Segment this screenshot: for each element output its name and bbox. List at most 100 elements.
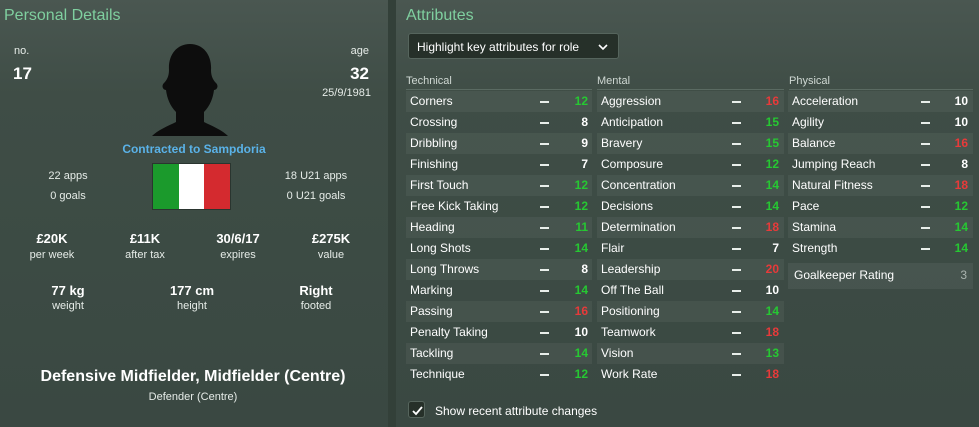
attribute-row-long-shots[interactable]: Long Shots 14 [406, 238, 592, 259]
highlight-role-dropdown-label: Highlight key attributes for role [417, 40, 580, 54]
attribute-trend-dash-icon [540, 269, 549, 271]
attribute-row-dribbling[interactable]: Dribbling 9 [406, 133, 592, 154]
attribute-value: 8 [581, 262, 588, 276]
attribute-value: 8 [581, 115, 588, 129]
attribute-trend-dash-icon [732, 353, 741, 355]
attribute-row-jumping-reach[interactable]: Jumping Reach 8 [788, 154, 973, 175]
attribute-value: 14 [765, 304, 779, 318]
attribute-row-tackling[interactable]: Tackling 14 [406, 343, 592, 364]
attributes-panel: Attributes Highlight key attributes for … [396, 0, 979, 427]
shirt-number-value: 17 [13, 64, 32, 83]
checkmark-icon [412, 406, 423, 416]
attribute-row-technique[interactable]: Technique 12 [406, 364, 592, 385]
attribute-trend-dash-icon [540, 311, 549, 313]
attribute-row-decisions[interactable]: Decisions 14 [597, 196, 784, 217]
u21-apps-count: 18 U21 apps [284, 170, 348, 182]
attribute-row-work-rate[interactable]: Work Rate 18 [597, 364, 784, 385]
attribute-row-acceleration[interactable]: Acceleration 10 [788, 91, 973, 112]
attribute-trend-dash-icon [732, 269, 741, 271]
attribute-name: Pace [792, 199, 820, 213]
preferred-foot-label: footed [300, 300, 332, 312]
attribute-name: Decisions [601, 199, 654, 213]
attribute-value: 18 [954, 178, 968, 192]
attribute-row-marking[interactable]: Marking 14 [406, 280, 592, 301]
attribute-name: Work Rate [601, 367, 658, 381]
attribute-row-natural-fitness[interactable]: Natural Fitness 18 [788, 175, 973, 196]
attribute-trend-dash-icon [921, 122, 930, 124]
physical-heading-underline [789, 89, 973, 90]
attribute-row-composure[interactable]: Composure 12 [597, 154, 784, 175]
attribute-row-anticipation[interactable]: Anticipation 15 [597, 112, 784, 133]
attribute-row-agility[interactable]: Agility 10 [788, 112, 973, 133]
attribute-row-first-touch[interactable]: First Touch 12 [406, 175, 592, 196]
attribute-row-determination[interactable]: Determination 18 [597, 217, 784, 238]
attribute-name: Anticipation [601, 115, 664, 129]
attribute-value: 7 [581, 157, 588, 171]
age-label: age [350, 45, 369, 57]
attribute-value: 10 [954, 94, 968, 108]
attribute-trend-dash-icon [732, 143, 741, 145]
attribute-row-teamwork[interactable]: Teamwork 18 [597, 322, 784, 343]
personal-details-panel: Personal Details no. 17 age 32 25/9/1981… [0, 0, 388, 427]
attribute-trend-dash-icon [732, 101, 741, 103]
attribute-trend-dash-icon [540, 122, 549, 124]
attribute-value: 18 [765, 220, 779, 234]
attribute-row-stamina[interactable]: Stamina 14 [788, 217, 973, 238]
highlight-role-dropdown[interactable]: Highlight key attributes for role [408, 33, 619, 59]
attribute-row-long-throws[interactable]: Long Throws 8 [406, 259, 592, 280]
attribute-value: 11 [575, 220, 588, 234]
attribute-row-off-the-ball[interactable]: Off The Ball 10 [597, 280, 784, 301]
weight-label: weight [52, 300, 84, 312]
attribute-row-strength[interactable]: Strength 14 [788, 238, 973, 259]
panel-divider [388, 0, 396, 427]
attribute-value: 15 [765, 115, 779, 129]
attribute-name: Free Kick Taking [410, 199, 499, 213]
attribute-value: 14 [574, 283, 588, 297]
attribute-row-finishing[interactable]: Finishing 7 [406, 154, 592, 175]
age-value: 32 [350, 64, 369, 83]
attribute-trend-dash-icon [732, 206, 741, 208]
goalkeeper-rating-label: Goalkeeper Rating [794, 268, 895, 282]
attribute-row-corners[interactable]: Corners 12 [406, 91, 592, 112]
player-value: £275K [311, 231, 351, 246]
attribute-row-bravery[interactable]: Bravery 15 [597, 133, 784, 154]
attribute-row-passing[interactable]: Passing 16 [406, 301, 592, 322]
attribute-row-aggression[interactable]: Aggression 16 [597, 91, 784, 112]
attribute-value: 20 [765, 262, 779, 276]
attribute-row-pace[interactable]: Pace 12 [788, 196, 973, 217]
attribute-trend-dash-icon [540, 332, 549, 334]
preferred-foot-value: Right [299, 283, 333, 298]
player-silhouette-icon [152, 44, 228, 136]
attribute-row-concentration[interactable]: Concentration 14 [597, 175, 784, 196]
attributes-title: Attributes [406, 7, 474, 24]
attribute-row-balance[interactable]: Balance 16 [788, 133, 973, 154]
attribute-row-penalty-taking[interactable]: Penalty Taking 10 [406, 322, 592, 343]
attribute-trend-dash-icon [732, 248, 741, 250]
attribute-row-crossing[interactable]: Crossing 8 [406, 112, 592, 133]
attribute-value: 12 [765, 157, 779, 171]
attribute-row-leadership[interactable]: Leadership 20 [597, 259, 784, 280]
attribute-name: Positioning [601, 304, 660, 318]
attribute-trend-dash-icon [732, 122, 741, 124]
attribute-value: 10 [765, 283, 779, 297]
mental-heading-underline [597, 89, 784, 90]
attribute-value: 16 [574, 304, 588, 318]
wage-value: £20K [36, 231, 68, 246]
attribute-row-free-kick-taking[interactable]: Free Kick Taking 12 [406, 196, 592, 217]
technical-heading: Technical [406, 75, 452, 87]
attribute-row-positioning[interactable]: Positioning 14 [597, 301, 784, 322]
attribute-name: Determination [601, 220, 676, 234]
attribute-row-heading[interactable]: Heading 11 [406, 217, 592, 238]
attribute-name: Penalty Taking [410, 325, 488, 339]
attribute-value: 8 [961, 157, 968, 171]
contract-club-link[interactable]: Contracted to Sampdoria [0, 142, 388, 156]
attribute-row-vision[interactable]: Vision 13 [597, 343, 784, 364]
attribute-value: 14 [574, 346, 588, 360]
show-changes-checkbox[interactable] [408, 401, 425, 418]
attribute-value: 15 [765, 136, 779, 150]
weight-value: 77 kg [51, 283, 85, 298]
attribute-name: Flair [601, 241, 625, 255]
attribute-row-flair[interactable]: Flair 7 [597, 238, 784, 259]
attribute-value: 18 [765, 367, 779, 381]
goals-count: 0 goals [50, 190, 86, 202]
